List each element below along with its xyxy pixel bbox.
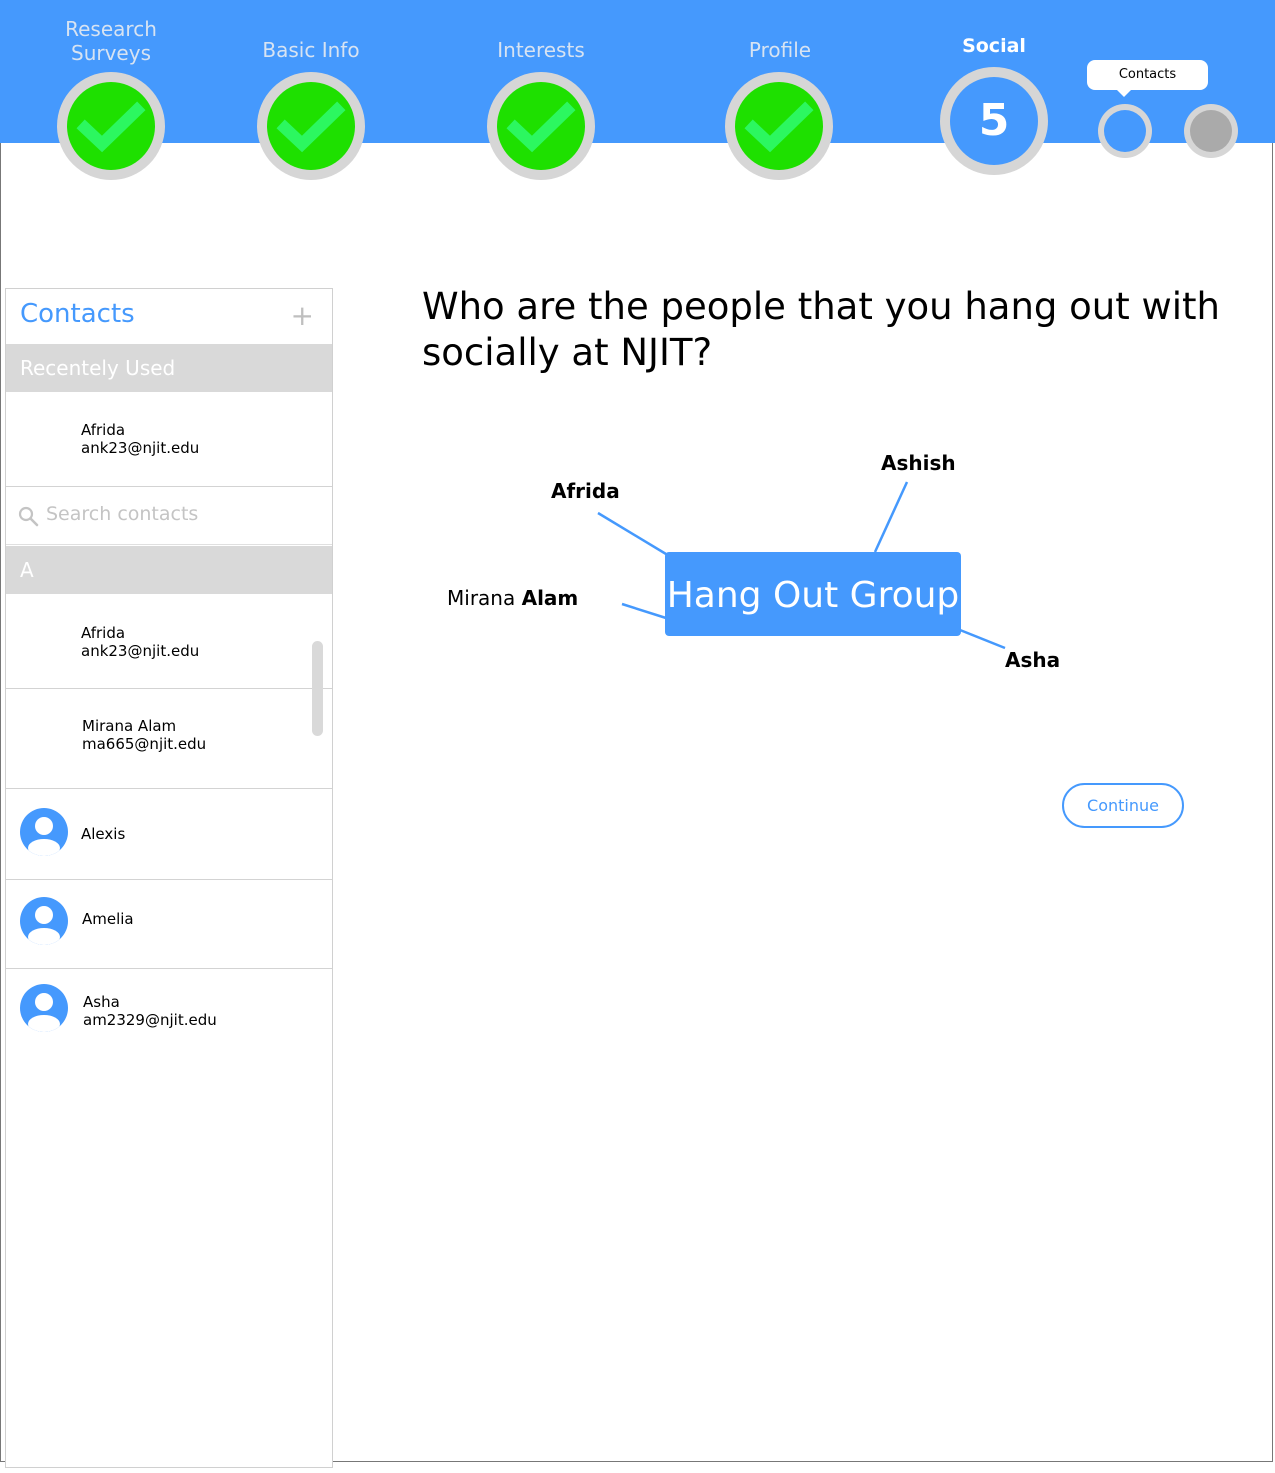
group-node[interactable]: Hang Out Group [665, 552, 961, 636]
sidebar-scrollbar[interactable] [312, 641, 323, 736]
contact-name: Afrida [81, 421, 126, 439]
step-label-research-surveys: Research Surveys [11, 17, 211, 65]
avatar-icon [20, 808, 68, 856]
contact-email: ank23@njit.edu [81, 642, 200, 660]
contacts-sidebar: Contacts + Recentely Used Afrida ank23@n… [5, 288, 333, 1468]
step-basic-info-complete[interactable] [257, 72, 365, 180]
avatar-icon [20, 897, 68, 945]
contact-email: ma665@njit.edu [82, 735, 207, 753]
search-placeholder: Search contacts [46, 503, 199, 525]
member-first-name: Mirana [447, 586, 516, 610]
step-label-line1: Research [65, 17, 157, 41]
substep-next[interactable] [1184, 104, 1238, 158]
hang-out-group-diagram: Hang Out Group Afrida Ashish Mirana Alam… [430, 440, 1130, 700]
add-contact-button[interactable]: + [291, 299, 314, 333]
contact-name: Amelia [82, 910, 134, 928]
member-label-afrida[interactable]: Afrida [551, 479, 620, 503]
member-last-name: Alam [521, 586, 579, 610]
step-interests-complete[interactable] [487, 72, 595, 180]
contact-item[interactable]: Mirana Alam ma665@njit.edu [6, 689, 332, 789]
step-label-profile: Profile [748, 38, 812, 62]
contact-name: Mirana Alam [82, 717, 177, 735]
checkmark-icon [506, 101, 576, 153]
checkmark-icon [276, 101, 346, 153]
step-profile-complete[interactable] [725, 72, 833, 180]
step-label-interests: Interests [497, 38, 585, 62]
step-research-surveys-complete[interactable] [57, 72, 165, 180]
contact-name: Afrida [81, 624, 126, 642]
contact-email: ank23@njit.edu [81, 439, 200, 457]
checkmark-icon [76, 101, 146, 153]
contact-name: Asha [83, 993, 120, 1011]
avatar-icon [20, 984, 68, 1032]
recently-used-header: Recentely Used [6, 344, 332, 392]
contact-item[interactable]: Asha am2329@njit.edu [6, 969, 332, 1059]
step-social-current[interactable]: 5 [940, 67, 1048, 175]
substep-contacts[interactable] [1098, 104, 1152, 158]
recent-contact-item[interactable]: Afrida ank23@njit.edu [6, 392, 332, 487]
contact-name: Alexis [81, 825, 126, 843]
step-label-line2: Surveys [71, 41, 151, 65]
search-contacts-input[interactable]: Search contacts [6, 487, 332, 545]
member-label-ashish[interactable]: Ashish [881, 451, 956, 475]
continue-button[interactable]: Continue [1062, 783, 1184, 828]
member-label-asha[interactable]: Asha [1005, 648, 1060, 672]
contact-item[interactable]: Amelia [6, 880, 332, 969]
contacts-tooltip: Contacts [1087, 60, 1208, 97]
search-icon [18, 506, 39, 527]
page-question: Who are the people that you hang out wit… [422, 285, 1221, 374]
step-number: 5 [950, 77, 1038, 165]
contact-item[interactable]: Alexis [6, 789, 332, 880]
step-label-social: Social [962, 35, 1026, 57]
sidebar-title: Contacts [20, 299, 135, 329]
checkmark-icon [744, 101, 814, 153]
member-label-mirana-alam[interactable]: Mirana Alam [447, 586, 578, 610]
contact-item[interactable]: Afrida ank23@njit.edu [6, 594, 332, 689]
contact-email: am2329@njit.edu [83, 1011, 217, 1029]
alphabet-section-header: A [6, 546, 332, 594]
step-label-basic-info: Basic Info [262, 38, 360, 62]
